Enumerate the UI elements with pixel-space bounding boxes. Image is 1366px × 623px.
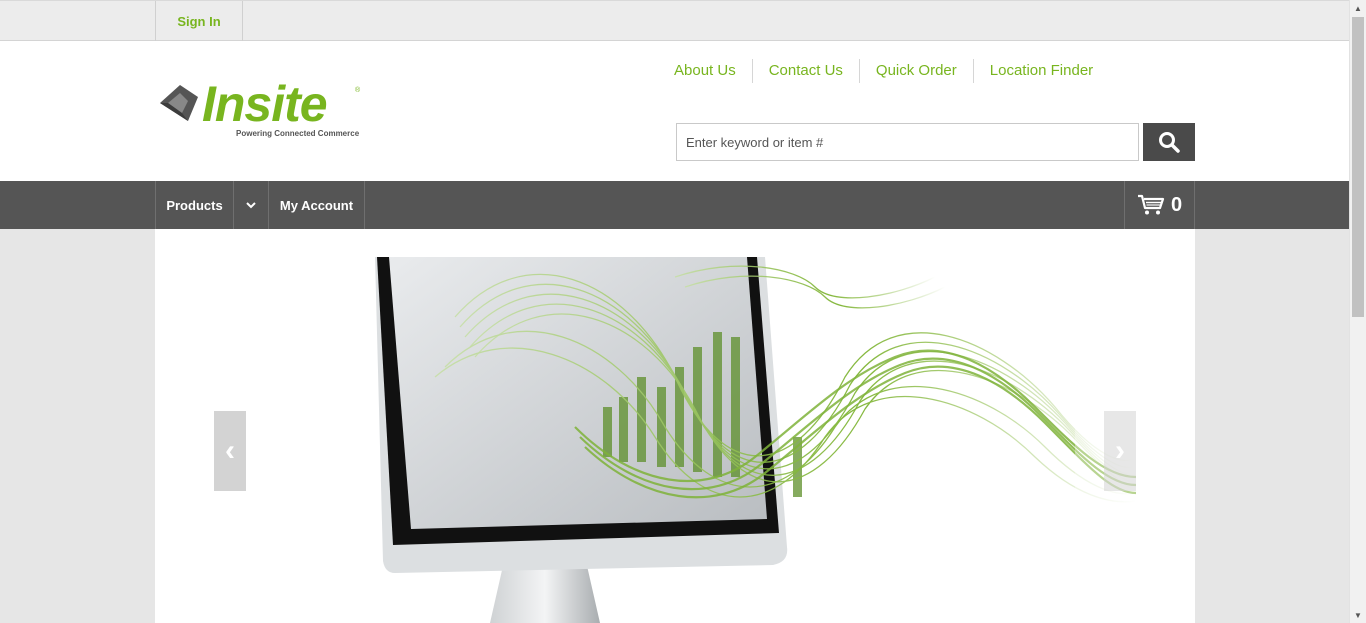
cart-icon	[1137, 194, 1165, 215]
nav-my-account[interactable]: My Account	[269, 181, 365, 229]
main-content: ‹ ›	[155, 229, 1195, 623]
chevron-down-icon	[246, 202, 256, 209]
scroll-up-icon[interactable]: ▲	[1350, 0, 1366, 16]
logo-wordmark: Insite	[202, 76, 328, 132]
carousel-next-button[interactable]: ›	[1104, 411, 1136, 491]
cart-button[interactable]: 0	[1124, 181, 1195, 229]
contact-us-link[interactable]: Contact Us	[751, 59, 859, 83]
scroll-thumb[interactable]	[1352, 17, 1364, 317]
logo-registered-mark: ®	[355, 87, 361, 94]
search-button[interactable]	[1143, 123, 1195, 161]
cart-count: 0	[1170, 193, 1183, 216]
insite-logo[interactable]: Insite ® Powering Connected Commerce	[158, 77, 368, 141]
main-navigation: Products My Account 0	[0, 181, 1349, 229]
hero-carousel-image	[375, 257, 1136, 623]
search-input[interactable]	[676, 123, 1139, 161]
monitor-wave-illustration	[375, 257, 1136, 623]
logo-tagline: Powering Connected Commerce	[236, 129, 360, 138]
search-icon	[1159, 132, 1180, 153]
site-header: Insite ® Powering Connected Commerce Abo…	[0, 41, 1349, 181]
top-utility-bar: Sign In	[0, 0, 1349, 41]
quick-order-link[interactable]: Quick Order	[858, 59, 973, 83]
location-finder-link[interactable]: Location Finder	[972, 59, 1109, 83]
carousel-prev-button[interactable]: ‹	[214, 411, 246, 491]
products-dropdown-toggle[interactable]	[234, 181, 269, 229]
page-scrollbar[interactable]: ▲ ▼	[1349, 0, 1366, 623]
header-links: About Us Contact Us Quick Order Location…	[658, 59, 1109, 83]
nav-products[interactable]: Products	[155, 181, 234, 229]
scroll-down-icon[interactable]: ▼	[1350, 607, 1366, 623]
logo-mark-icon	[160, 85, 198, 121]
about-us-link[interactable]: About Us	[658, 59, 752, 83]
sign-in-link[interactable]: Sign In	[155, 1, 243, 41]
